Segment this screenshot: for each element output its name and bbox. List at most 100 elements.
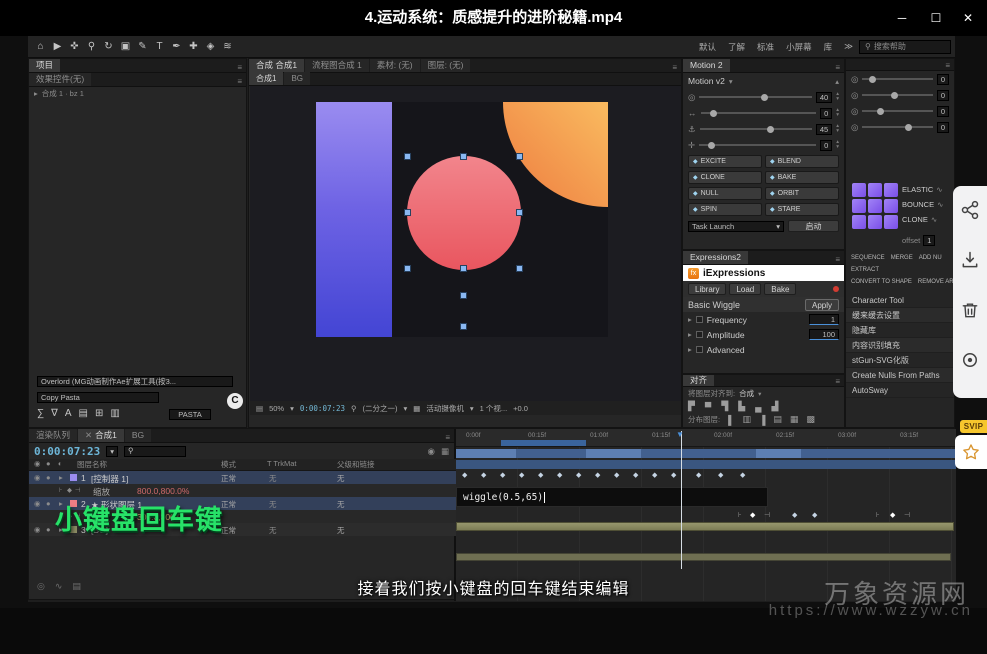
elastic-preset[interactable]: ELASTIC — [902, 185, 933, 194]
layer-row[interactable]: ◉● ▸ 1 [控制器 1] 正常 无 无 — [29, 471, 456, 484]
tab-flowchart[interactable]: 流程图合成 1 — [305, 59, 369, 72]
script-list-item[interactable]: Character Tool — [846, 293, 954, 308]
subtab-bg[interactable]: BG — [284, 72, 310, 85]
panel-menu-icon[interactable]: ≡ — [237, 63, 246, 72]
motion-slider[interactable] — [699, 96, 811, 98]
overlord-plugin-dropdown[interactable]: Overlord (MG动画制作Ae扩展工具(按3... — [37, 376, 233, 387]
collapse-icon[interactable]: ▴ — [835, 77, 839, 86]
stepper[interactable]: ▴▾ — [836, 140, 839, 150]
roto-tool-icon[interactable]: ≋ — [219, 41, 236, 52]
motion-button-orbit[interactable]: ◆ORBIT — [765, 187, 839, 200]
chevron-right-icon[interactable]: ▸ — [34, 89, 38, 98]
preset-name[interactable]: Basic Wiggle — [688, 300, 740, 310]
script-list-item[interactable]: Create Nulls From Paths — [846, 368, 954, 383]
distribute-icon[interactable]: ▥ — [742, 414, 751, 425]
library-button[interactable]: Library — [688, 283, 726, 295]
navigator-bar[interactable] — [456, 449, 956, 458]
comp-timecode[interactable]: 0:00:07:23 — [300, 404, 345, 413]
sequence-grid-thumbnail[interactable] — [852, 183, 898, 229]
load-button[interactable]: Load — [729, 283, 761, 295]
work-area-highlight[interactable] — [501, 440, 586, 446]
clone-preset[interactable]: CLONE — [902, 215, 928, 224]
download-icon[interactable] — [960, 250, 980, 270]
tab-footage[interactable]: 素材: (无) — [370, 59, 420, 72]
panel-menu-icon[interactable]: ≡ — [835, 377, 844, 386]
motion-slider-value[interactable]: 0 — [820, 108, 832, 119]
preset-slider-value[interactable]: 0 — [937, 74, 949, 85]
tab-project[interactable]: 项目 — [29, 59, 60, 72]
motion-slider-value[interactable]: 0 — [820, 140, 832, 151]
bake-button[interactable]: Bake — [764, 283, 796, 295]
tab-align[interactable]: 对齐 — [683, 375, 714, 386]
record-dot-icon[interactable] — [833, 286, 839, 292]
pan-tool-icon[interactable]: ✜ — [66, 41, 83, 52]
distribute-icon[interactable]: ▐ — [759, 415, 765, 425]
motion-button-null[interactable]: ◆NULL — [688, 187, 762, 200]
motion-slider-value[interactable]: 45 — [816, 124, 832, 135]
selection-tool-icon[interactable]: ▶ — [49, 41, 66, 52]
selection-handle[interactable] — [405, 154, 410, 159]
apply-button[interactable]: Apply — [805, 299, 839, 311]
workspace-menu-default[interactable]: 默认 — [699, 41, 716, 53]
distribute-icon[interactable]: ▌ — [728, 415, 734, 425]
grid-tool-icon[interactable]: ▤ — [79, 408, 88, 419]
copypasta-plugin-dropdown[interactable]: Copy Pasta — [37, 392, 159, 403]
motion-button-clone[interactable]: ◆CLONE — [688, 171, 762, 184]
tab-expressions2[interactable]: Expressions2 — [683, 251, 748, 264]
sequence-button[interactable]: SEQUENCE — [851, 255, 885, 261]
tab-composition[interactable]: 合成 合成1 — [249, 59, 304, 72]
share-icon[interactable] — [960, 200, 980, 220]
selection-handle[interactable] — [517, 266, 522, 271]
timeline-timecode[interactable]: 0:00:07:23 — [34, 445, 100, 458]
selection-handle[interactable] — [461, 154, 466, 159]
align-to-select[interactable]: 合成 — [739, 388, 754, 399]
column-layer-name[interactable]: 图层名称 — [77, 459, 107, 470]
home-icon[interactable]: ⌂ — [32, 41, 49, 52]
zoom-tool-icon[interactable]: ⚲ — [83, 41, 100, 52]
frequency-checkbox[interactable] — [696, 316, 703, 323]
exposure-value[interactable]: +0.0 — [513, 404, 528, 413]
preset-slider[interactable] — [862, 94, 932, 96]
trash-icon[interactable] — [960, 300, 980, 320]
panel-menu-icon[interactable]: ≡ — [945, 61, 954, 70]
tab-timeline-bg[interactable]: BG — [125, 429, 151, 442]
column-parent[interactable]: 父级和链接 — [337, 459, 375, 470]
resolution-select[interactable]: (二分之一) — [363, 403, 398, 414]
video-surface[interactable]: ⌂ ▶ ✜ ⚲ ↻ ▣ ✎ T ✒ ✚ ◈ ≋ 默认 了解 标准 小屏幕 库 ≫… — [0, 36, 987, 608]
brush-tool-icon[interactable]: ✒ — [168, 41, 185, 52]
add-null-button[interactable]: ADD NU — [919, 255, 942, 261]
motion-button-excite[interactable]: ◆EXCITE — [688, 155, 762, 168]
advanced-checkbox[interactable] — [696, 346, 703, 353]
favorite-card[interactable] — [955, 435, 987, 469]
script-list-item[interactable]: 缓来缓去设置 — [846, 308, 954, 323]
script-list-item[interactable]: stGun-SVG化版 — [846, 353, 954, 368]
workspace-menu-small-screen[interactable]: 小屏幕 — [786, 41, 812, 53]
pen-tool-icon[interactable]: ✎ — [134, 41, 151, 52]
tab-layer[interactable]: 图层: (无) — [421, 59, 471, 72]
path-point-handle[interactable] — [461, 324, 466, 329]
motion-button-stare[interactable]: ◆STARE — [765, 203, 839, 216]
extract-button[interactable]: EXTRACT — [851, 267, 879, 273]
distribute-icon[interactable]: ▤ — [773, 414, 782, 425]
task-launch-button[interactable]: 启动 — [788, 220, 839, 232]
motion-tool-select[interactable]: Motion v2 — [688, 76, 725, 86]
amplitude-checkbox[interactable] — [696, 331, 703, 338]
path-point-handle[interactable] — [461, 293, 466, 298]
record-icon[interactable] — [960, 350, 980, 370]
preset-slider-value[interactable]: 0 — [937, 106, 949, 117]
motion-button-blend[interactable]: ◆BLEND — [765, 155, 839, 168]
motion-slider[interactable] — [699, 144, 816, 146]
camera-tool-icon[interactable]: ▣ — [117, 41, 134, 52]
comp-canvas[interactable] — [250, 86, 681, 401]
nabla-tool-icon[interactable]: ∇ — [51, 408, 58, 419]
preset-slider[interactable] — [862, 110, 932, 112]
chevron-right-icon[interactable]: ▸ — [688, 330, 692, 339]
panel-menu-icon[interactable]: ≡ — [672, 63, 681, 72]
time-ruler[interactable]: 0:00f 00:15f 01:00f 01:15f 02:00f 02:15f… — [456, 429, 956, 447]
rotate-tool-icon[interactable]: ↻ — [100, 41, 117, 52]
close-button[interactable]: ✕ — [953, 8, 983, 28]
script-list-item[interactable]: AutoSway — [846, 383, 954, 398]
column-mode[interactable]: 模式 — [221, 459, 236, 470]
distribute-icon[interactable]: ▩ — [806, 414, 815, 425]
keyframe-row[interactable]: ⊦◆⊣ ◆◆ ⊦◆⊣ — [456, 511, 956, 522]
